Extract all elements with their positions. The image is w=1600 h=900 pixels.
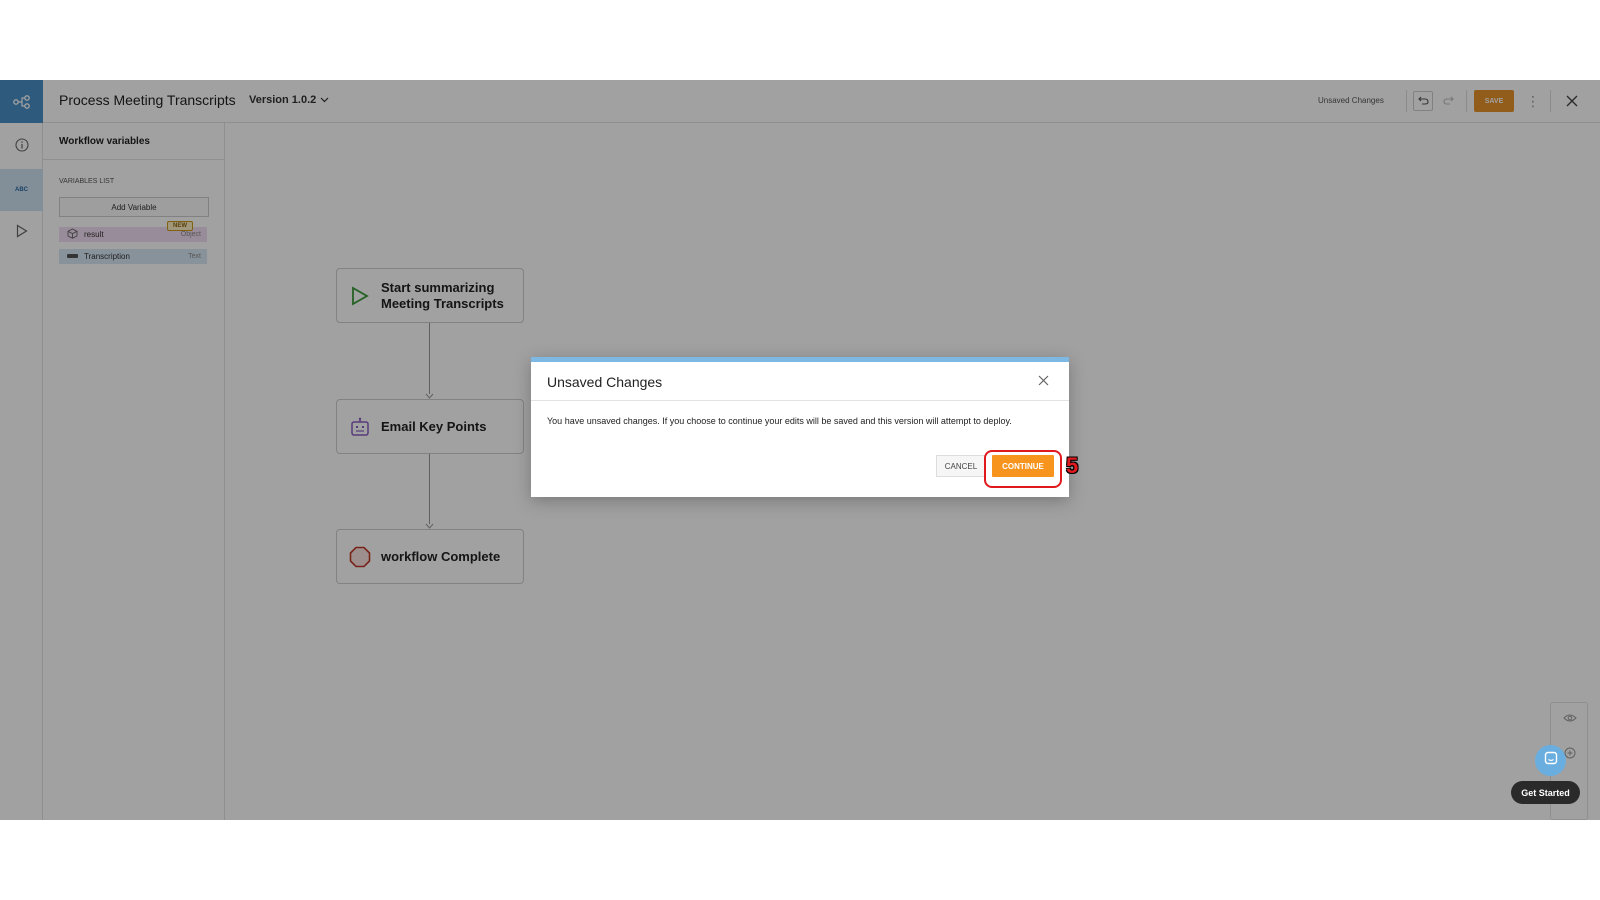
close-icon[interactable] — [1035, 372, 1051, 388]
chat-icon — [1544, 751, 1558, 770]
continue-highlight-annotation — [984, 450, 1062, 488]
dialog-title: Unsaved Changes — [547, 374, 663, 390]
chat-launcher[interactable] — [1535, 745, 1566, 776]
get-started-button[interactable]: Get Started — [1511, 781, 1580, 804]
step-number-annotation: 5 — [1066, 453, 1079, 478]
workflow-editor: Process Meeting Transcripts Version 1.0.… — [0, 80, 1600, 820]
dialog-message: You have unsaved changes. If you choose … — [547, 416, 1012, 426]
cancel-button[interactable]: CANCEL — [936, 455, 986, 477]
divider — [531, 400, 1069, 401]
